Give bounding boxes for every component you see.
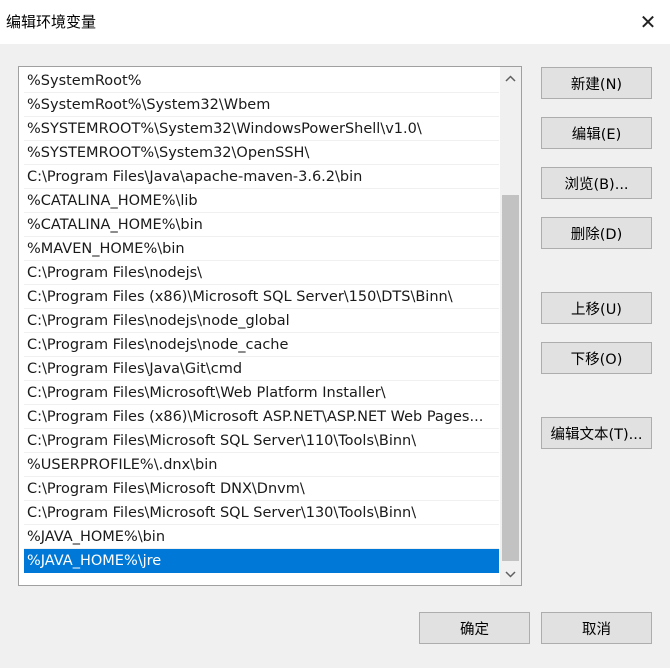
move-down-button[interactable]: 下移(O) [541,342,652,374]
ok-button[interactable]: 确定 [419,612,530,644]
delete-button[interactable]: 删除(D) [541,217,652,249]
path-list-item[interactable]: %JAVA_HOME%\bin [24,525,499,549]
chevron-up-icon [505,74,516,82]
path-list-item[interactable]: %CATALINA_HOME%\bin [24,213,499,237]
scroll-up-button[interactable] [500,67,521,89]
browse-button[interactable]: 浏览(B)... [541,167,652,199]
scroll-down-button[interactable] [500,563,521,585]
edit-text-button[interactable]: 编辑文本(T)... [541,417,652,449]
path-list-item[interactable]: %SYSTEMROOT%\System32\WindowsPowerShell\… [24,117,499,141]
path-list-item[interactable]: %SystemRoot% [24,69,499,93]
path-list-item[interactable]: %CATALINA_HOME%\lib [24,189,499,213]
path-list-item[interactable]: C:\Program Files\Microsoft DNX\Dnvm\ [24,477,499,501]
path-list-item[interactable]: C:\Program Files\Microsoft SQL Server\11… [24,429,499,453]
path-list-items: %SystemRoot% %SystemRoot%\System32\Wbem %S… [24,69,499,573]
vertical-scrollbar[interactable] [500,67,521,585]
close-icon: ✕ [639,10,657,34]
path-list-item[interactable]: C:\Program Files\Microsoft SQL Server\13… [24,501,499,525]
path-list-item[interactable]: C:\Program Files\nodejs\node_cache [24,333,499,357]
path-list[interactable]: %SystemRoot% %SystemRoot%\System32\Wbem %S… [18,66,522,586]
move-up-button[interactable]: 上移(U) [541,292,652,324]
path-list-item[interactable]: C:\Program Files\nodejs\ [24,261,499,285]
path-list-item[interactable]: C:\Program Files\nodejs\node_global [24,309,499,333]
edit-env-variable-dialog: 编辑环境变量 ✕ %SystemRoot% %SystemRoot%\System… [0,0,670,668]
path-list-item[interactable]: %JAVA_HOME%\jre [24,549,499,573]
chevron-down-icon [505,570,516,578]
path-list-item[interactable]: C:\Program Files\Java\apache-maven-3.6.2… [24,165,499,189]
path-list-item[interactable]: C:\Program Files (x86)\Microsoft SQL Ser… [24,285,499,309]
path-list-item[interactable]: %SystemRoot%\System32\Wbem [24,93,499,117]
edit-button[interactable]: 编辑(E) [541,117,652,149]
cancel-button[interactable]: 取消 [541,612,652,644]
path-list-item[interactable]: %USERPROFILE%\.dnx\bin [24,453,499,477]
close-button[interactable]: ✕ [634,8,662,36]
path-list-item[interactable]: %MAVEN_HOME%\bin [24,237,499,261]
new-button[interactable]: 新建(N) [541,67,652,99]
dialog-title: 编辑环境变量 [6,13,97,31]
path-list-item[interactable]: C:\Program Files\Java\Git\cmd [24,357,499,381]
path-list-item[interactable]: %SYSTEMROOT%\System32\OpenSSH\ [24,141,499,165]
path-list-item[interactable]: C:\Program Files (x86)\Microsoft ASP.NET… [24,405,499,429]
scroll-thumb[interactable] [502,195,519,561]
title-bar: 编辑环境变量 ✕ [0,0,670,44]
path-list-item[interactable]: C:\Program Files\Microsoft\Web Platform … [24,381,499,405]
